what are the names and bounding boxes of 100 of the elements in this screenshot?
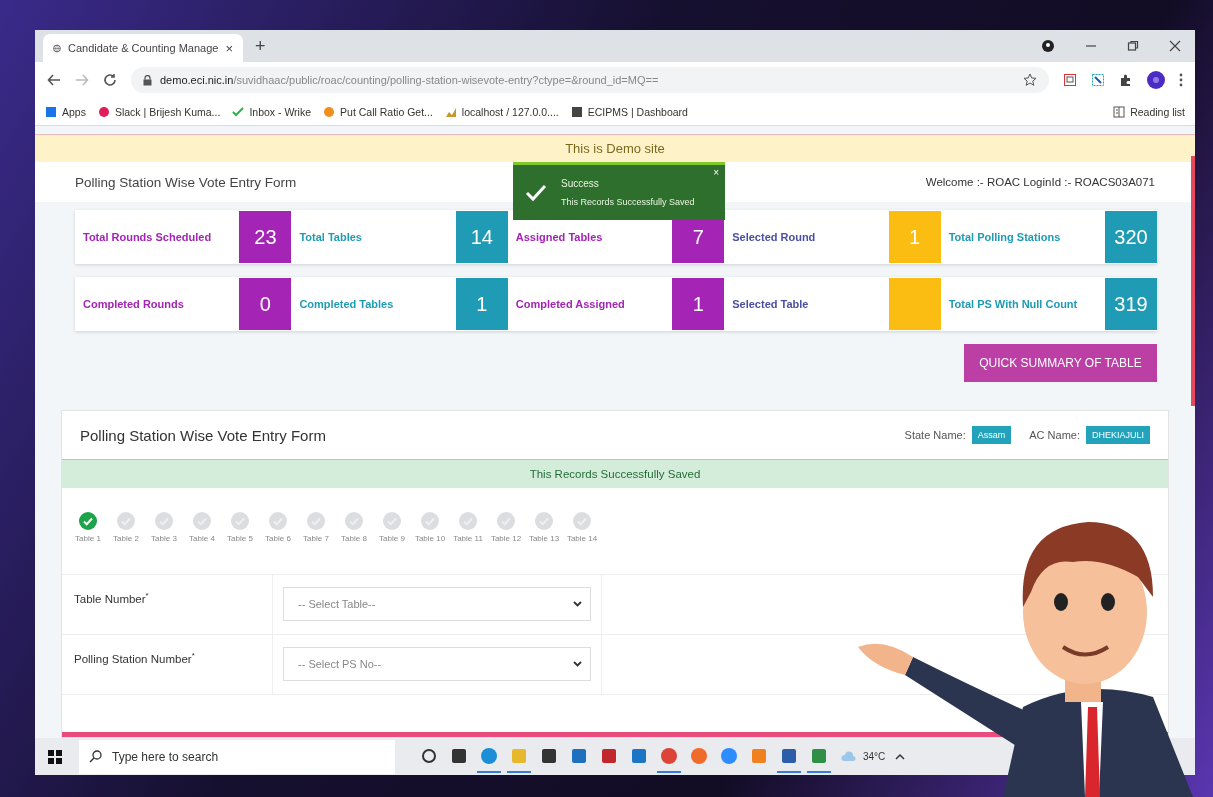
demo-banner-text: This is Demo site [565,141,665,156]
bookmark-link[interactable]: localhost / 127.0.0.... [444,105,559,118]
step-check-icon[interactable] [383,512,401,530]
bookmark-link[interactable]: ECIPMS | Dashboard [570,105,688,118]
step-check-icon[interactable] [193,512,211,530]
ac-name-badge: DHEKIAJULI [1086,426,1150,444]
browser-tab[interactable]: Candidate & Counting Manage × [43,34,243,62]
stat-label: Total Polling Stations [948,231,1061,243]
bookmark-favicon-icon [97,105,110,118]
lock-icon [143,74,152,86]
step-check-icon[interactable] [79,512,97,530]
bookmark-favicon-icon [232,105,245,118]
step-label: Table 8 [341,534,367,543]
step-check-icon[interactable] [573,512,591,530]
profile-avatar-icon[interactable] [1147,71,1165,89]
puzzle-icon[interactable] [1119,73,1133,87]
step-label: Table 7 [303,534,329,543]
state-name-label: State Name: [904,429,966,441]
step-check-icon[interactable] [155,512,173,530]
step-label: Table 4 [189,534,215,543]
stat-label: Total Rounds Scheduled [83,231,212,243]
toast-title: Success [561,178,600,189]
step-label: Table 12 [490,534,522,543]
new-tab-button[interactable]: + [255,36,266,57]
ac-name-label: AC Name: [1029,429,1080,441]
step-check-icon[interactable] [307,512,325,530]
windows-start-icon[interactable] [47,748,63,765]
reading-list-button[interactable]: Reading list [1113,105,1185,118]
stat-value: 1 [888,211,941,263]
step-label: Table 9 [379,534,405,543]
scrollbar-thumb[interactable] [1191,156,1195,406]
step-label: Table 14 [566,534,598,543]
stat-label: Completed Tables [299,298,394,310]
quick-summary-button[interactable]: QUICK SUMMARY OF TABLE [964,344,1157,382]
step-check-icon[interactable] [421,512,439,530]
step-check-icon[interactable] [117,512,135,530]
account-icon[interactable] [1041,39,1055,53]
stat-value: 319 [1105,278,1158,330]
step-check-icon[interactable] [459,512,477,530]
stat-value: 23 [239,211,292,263]
bookmark-favicon-icon [323,105,336,118]
step-check-icon[interactable] [497,512,515,530]
bookmark-link[interactable]: Inbox - Wrike [232,105,312,118]
step-check-icon[interactable] [231,512,249,530]
forward-arrow-icon[interactable] [75,73,89,87]
reload-icon[interactable] [103,73,117,87]
stat-label: Completed Rounds [83,298,184,310]
back-arrow-icon[interactable] [47,73,61,87]
field-label: Polling Station Number$^{*}$ [74,653,195,665]
stat-value: 1 [672,278,725,330]
weather-icon [841,749,857,764]
extension-icon[interactable] [1063,73,1077,87]
step-label: Table 5 [227,534,253,543]
step-label: Table 3 [151,534,177,543]
step-check-icon[interactable] [269,512,287,530]
chevron-down-icon [573,661,582,667]
chevron-up-icon[interactable] [895,753,906,760]
select-dropdown[interactable]: -- Select Table-- [283,587,591,621]
select-dropdown[interactable]: -- Select PS No-- [283,647,591,681]
step-label: Table 10 [414,534,446,543]
bookmark-favicon-icon [45,105,57,118]
step-check-icon[interactable] [345,512,363,530]
bookmark-link[interactable]: Put Call Ratio Get... [323,105,433,118]
extension-icon[interactable] [1091,73,1105,87]
chevron-down-icon [573,601,582,607]
stat-value: 0 [239,278,292,330]
checkmark-icon [525,183,547,202]
restore-icon[interactable] [1127,40,1139,52]
stat-label: Selected Round [732,231,816,243]
step-label: Table 6 [265,534,291,543]
close-icon[interactable] [1169,40,1181,52]
stat-label: Total Tables [299,231,362,243]
stat-label: Completed Assigned [515,298,625,310]
toast-close-button[interactable]: × [713,167,719,178]
tab-close-button[interactable]: × [225,40,233,56]
more-menu-icon[interactable] [1179,73,1183,87]
alert-text: This Records Successfully Saved [529,468,701,480]
stat-label: Selected Table [732,298,809,310]
stat-value: 320 [1105,211,1158,263]
step-label: Table 1 [75,534,101,543]
taskbar-search-field[interactable]: Type here to search [79,739,395,774]
form-title: Polling Station Wise Vote Entry Form [80,426,326,444]
stat-value: 1 [455,278,508,330]
search-icon [89,750,102,763]
step-check-icon[interactable] [535,512,553,530]
star-icon[interactable] [1023,73,1037,87]
state-name-badge: Assam [971,426,1012,444]
weather-text: 34°C [863,751,886,762]
stat-label: Total PS With Null Count [948,298,1078,310]
stat-label: Assigned Tables [515,231,603,243]
reading-list-icon [1113,105,1126,118]
step-label: Table 13 [528,534,560,543]
page-title: Polling Station Wise Vote Entry Form [75,174,297,190]
address-bar[interactable]: demo.eci.nic.in/suvidhaac/public/roac/counting/polling-station-wisevote-entry?ctype=&round_id=MQ== [131,67,1049,93]
bookmark-link[interactable]: Apps [45,105,86,118]
step-label: Table 11 [453,534,483,543]
step-label: Table 2 [113,534,139,543]
stat-value: 14 [455,211,508,263]
welcome-text: Welcome :- ROAC LoginId :- ROACS03A071 [925,176,1155,188]
bookmark-link[interactable]: Slack | Brijesh Kuma... [97,105,221,118]
